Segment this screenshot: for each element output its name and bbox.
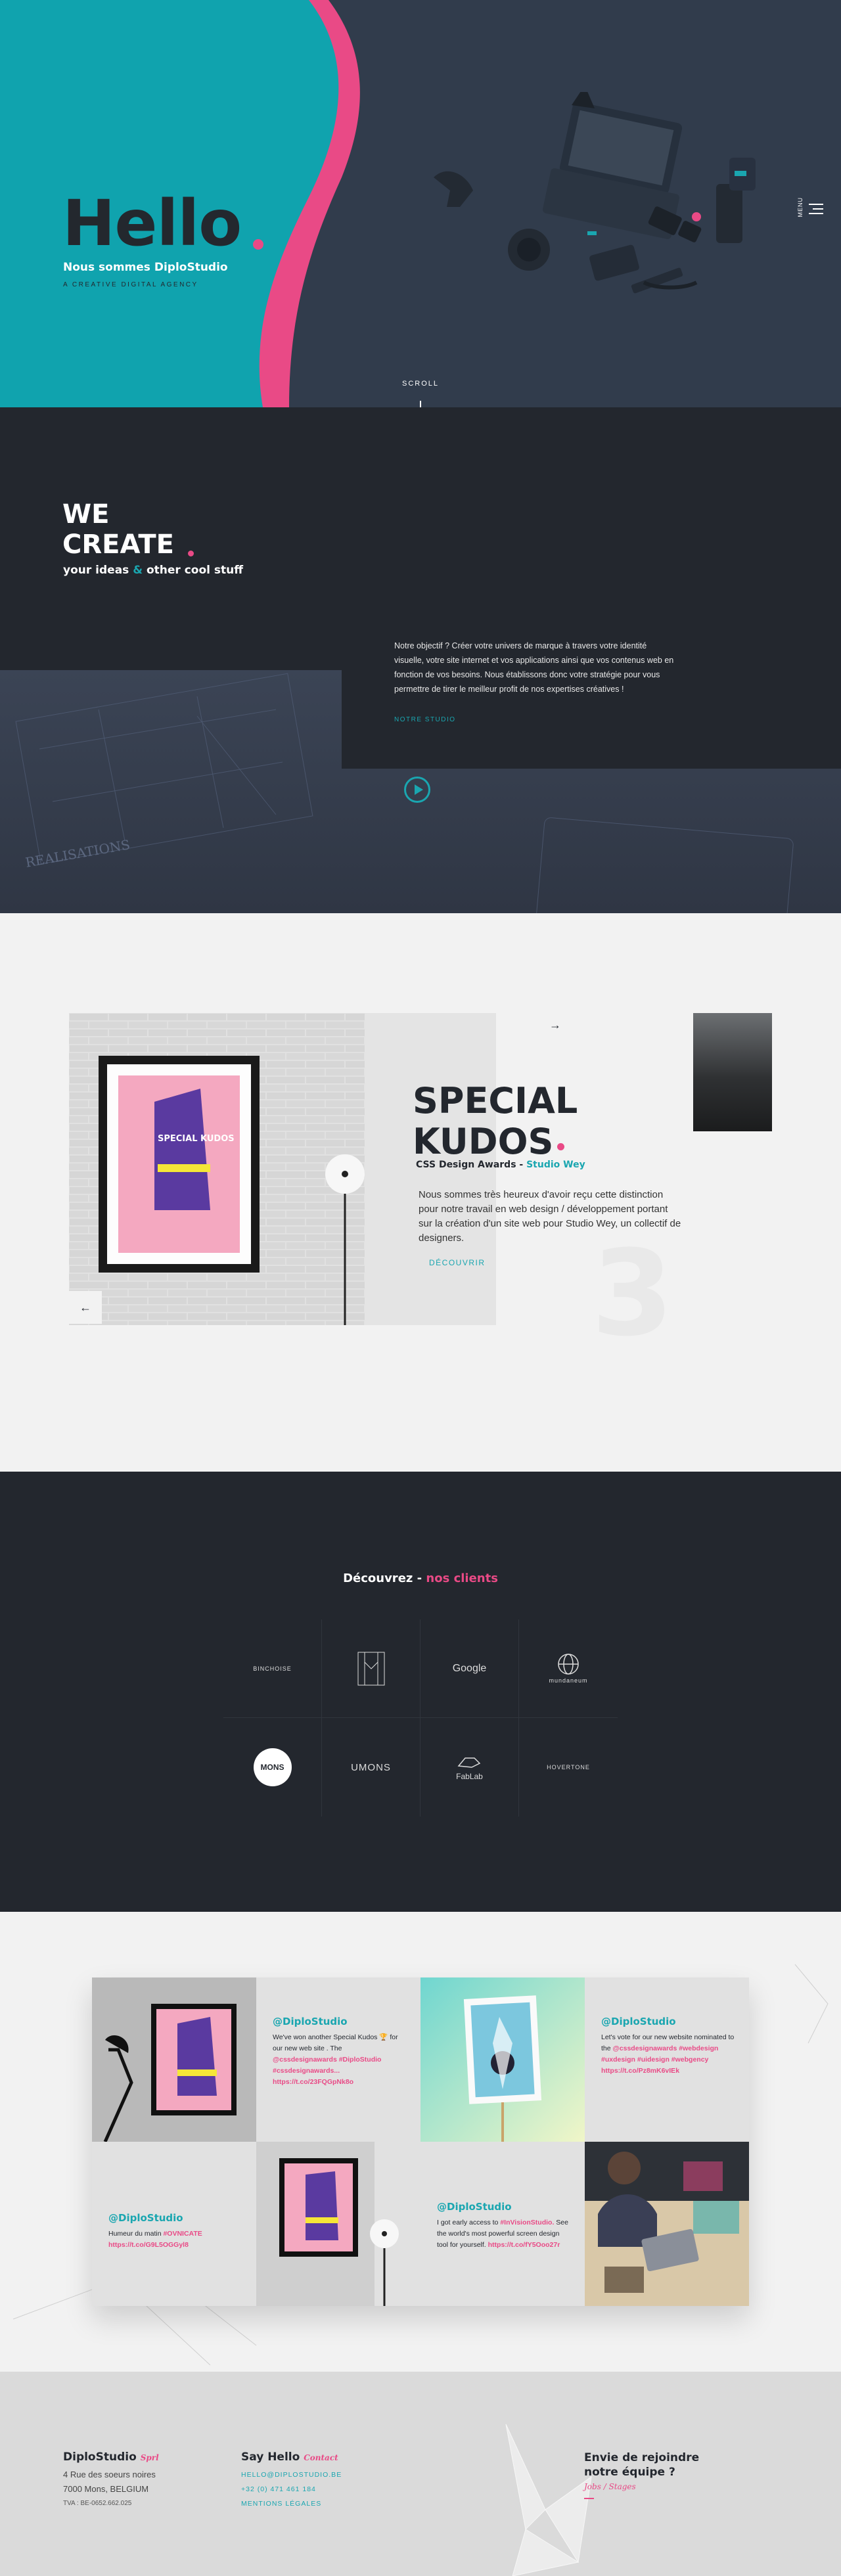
social-handle[interactable]: @DiploStudio	[108, 2212, 183, 2224]
footer-jobs: Envie de rejoindre notre équipe ? Jobs /…	[584, 2451, 735, 2499]
play-video-icon[interactable]	[404, 777, 430, 803]
kudos-description: Nous sommes très heureux d'avoir reçu ce…	[419, 1189, 681, 1244]
menu-label[interactable]: MENU	[797, 197, 804, 217]
kudos-photo: SPECIAL KUDOS	[69, 1013, 365, 1325]
kudos-award: CSS Design Awards - Studio Wey	[416, 1160, 585, 1170]
create-line2: CREATE	[62, 530, 174, 560]
footer-address2: 7000 Mons, BELGIUM	[63, 2484, 149, 2494]
tagline-post: other cool stuff	[146, 564, 244, 577]
tagline-pre: your ideas	[63, 564, 129, 577]
client-logo-umons[interactable]: UMONS	[322, 1718, 420, 1817]
slide-number: 3	[591, 1225, 674, 1363]
footer-brand: DiploStudio Sprl	[63, 2451, 159, 2464]
create-tagline: your ideas & other cool stuff	[63, 564, 243, 577]
create-line1: WE	[62, 499, 110, 530]
kudos-section: SPECIAL KUDOS 3 SPECIAL KUDOS CSS Design…	[0, 913, 841, 1472]
client-logo-film[interactable]	[322, 1619, 420, 1718]
social-post[interactable]: @DiploStudio I got early access to #InVi…	[420, 2142, 585, 2306]
social-image-rocket[interactable]	[420, 1977, 585, 2142]
footer: DiploStudio Sprl 4 Rue des soeurs noires…	[0, 2372, 841, 2576]
social-handle[interactable]: @DiploStudio	[601, 2016, 676, 2027]
social-text: I got early access to #InVisionStudio. S…	[437, 2219, 568, 2249]
hero-tagline: A CREATIVE DIGITAL AGENCY	[63, 281, 198, 288]
social-post[interactable]: @DiploStudio Humeur du matin #OVNICATE h…	[92, 2142, 256, 2306]
social-text: Humeur du matin #OVNICATE https://t.co/G…	[108, 2230, 202, 2249]
award-label: CSS Design Awards -	[416, 1160, 524, 1170]
tagline-amp: &	[133, 564, 143, 577]
clients-heading-hl: nos clients	[426, 1571, 498, 1585]
hero-section: Hello Nous sommes DiploStudio A CREATIVE…	[0, 0, 841, 407]
social-image-frame[interactable]	[256, 2142, 420, 2306]
client-logo-google[interactable]: Google	[420, 1619, 519, 1718]
footer-jobs-title: Envie de rejoindre notre équipe ?	[584, 2451, 700, 2479]
social-section: @DiploStudio We've won another Special K…	[0, 1912, 841, 2372]
clients-heading: Découvrez - nos clients	[0, 1571, 841, 1585]
menu-icon[interactable]	[809, 204, 823, 217]
footer-phone[interactable]: +32 (0) 471 461 184	[241, 2482, 342, 2497]
scroll-label[interactable]: SCROLL	[402, 380, 439, 388]
footer-company: DiploStudio Sprl 4 Rue des soeurs noires…	[63, 2451, 159, 2511]
kudos-title: SPECIAL KUDOS	[413, 1081, 578, 1162]
social-post[interactable]: @DiploStudio Let's vote for our new webs…	[585, 1977, 749, 2142]
svg-text:REALISATIONS: REALISATIONS	[24, 836, 131, 870]
hero-title: Hello	[62, 187, 242, 260]
footer-legal[interactable]: MENTIONS LÉGALES	[241, 2497, 342, 2511]
create-dot	[188, 551, 194, 556]
social-image-poster[interactable]	[92, 1977, 256, 2142]
prev-arrow-icon[interactable]: ←	[69, 1291, 102, 1324]
footer-pink-line	[584, 2498, 594, 2499]
kudos-dot	[557, 1143, 564, 1150]
studio-card: Notre objectif ? Créer votre univers de …	[342, 604, 841, 769]
social-post[interactable]: @DiploStudio We've won another Special K…	[256, 1977, 420, 2142]
kudos-title-line2: KUDOS	[413, 1121, 554, 1162]
poster-title: SPECIAL KUDOS	[158, 1134, 235, 1144]
discover-link[interactable]: DÉCOUVRIR	[429, 1258, 486, 1267]
client-logo-mons[interactable]: MONS	[223, 1718, 322, 1817]
globe-icon	[558, 1654, 579, 1675]
next-slide-thumbnail[interactable]	[693, 1013, 772, 1131]
clients-grid: BINCHOISE Google mundaneum MONS UMONS Fa…	[223, 1619, 618, 1817]
client-logo-fablab[interactable]: FabLab	[420, 1718, 519, 1817]
studio-description: Notre objectif ? Créer votre univers de …	[394, 641, 674, 694]
clients-section: Découvrez - nos clients BINCHOISE Google…	[0, 1472, 841, 1912]
footer-vat: TVA : BE-0652.662.025	[63, 2500, 132, 2507]
social-handle[interactable]: @DiploStudio	[437, 2201, 512, 2213]
studio-link[interactable]: NOTRE STUDIO	[394, 716, 456, 723]
footer-contact: Say Hello Contact HELLO@DIPLOSTUDIO.BE +…	[241, 2451, 342, 2511]
social-image-workspace[interactable]	[585, 2142, 749, 2306]
social-handle[interactable]: @DiploStudio	[273, 2016, 348, 2027]
client-logo-binchoise[interactable]: BINCHOISE	[223, 1619, 322, 1718]
create-section: REALISATIONS WE CREATE your ideas & othe…	[0, 407, 841, 913]
clients-heading-pre: Découvrez -	[343, 1571, 422, 1585]
fablab-hand-icon	[458, 1757, 481, 1768]
client-logo-mundaneum[interactable]: mundaneum	[519, 1619, 618, 1718]
title-dot	[253, 239, 263, 250]
desk-illustration	[434, 92, 756, 294]
social-text: Let's vote for our new website nominated…	[601, 2033, 735, 2075]
social-grid: @DiploStudio We've won another Special K…	[92, 1977, 749, 2306]
scroll-line	[420, 401, 421, 407]
footer-jobs-link[interactable]: Jobs / Stages	[584, 2482, 735, 2491]
social-text: We've won another Special Kudos 🏆 for ou…	[273, 2033, 398, 2086]
brick-wall-poster: SPECIAL KUDOS	[69, 1013, 365, 1325]
footer-contact-title: Say Hello Contact	[241, 2451, 338, 2464]
create-heading: WE CREATE	[62, 499, 174, 560]
footer-email[interactable]: HELLO@DIPLOSTUDIO.BE	[241, 2468, 342, 2482]
hero-subtitle: Nous sommes DiploStudio	[63, 261, 228, 274]
next-arrow-icon[interactable]: →	[549, 1018, 561, 1032]
footer-address1: 4 Rue des soeurs noires	[63, 2470, 156, 2479]
kudos-title-line1: SPECIAL	[413, 1080, 578, 1121]
client-logo-hovertone[interactable]: HOVERTONE	[519, 1718, 618, 1817]
film-strip-icon	[357, 1652, 384, 1685]
award-client: Studio Wey	[526, 1160, 585, 1170]
